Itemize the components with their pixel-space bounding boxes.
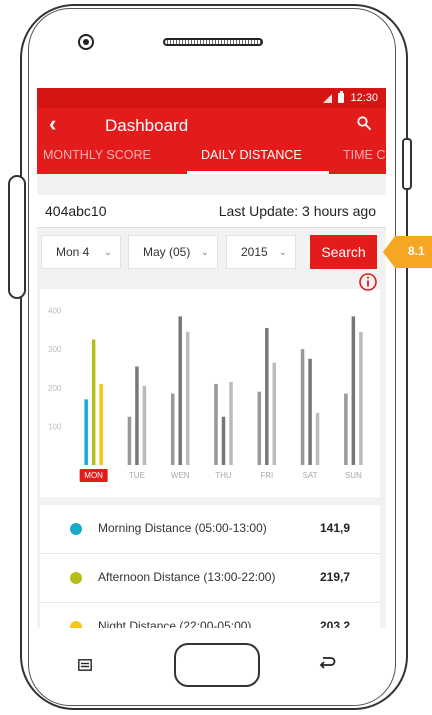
- phone-screen: 12:30 ‹ Dashboard MONTHLY SCORE DAILY DI…: [37, 88, 386, 628]
- bar: [257, 391, 262, 465]
- bar: [214, 383, 218, 465]
- bar: [265, 327, 269, 465]
- afternoon-dot-icon: [70, 572, 82, 584]
- tab-bar: MONTHLY SCORE DAILY DISTANCE TIME C: [37, 142, 386, 174]
- chevron-down-icon: ⌄: [200, 247, 209, 258]
- device-id: 404abc10: [45, 203, 107, 219]
- tab-monthly-score[interactable]: MONTHLY SCORE: [43, 148, 151, 162]
- earpiece-speaker: [163, 38, 263, 46]
- bar: [142, 385, 147, 465]
- active-tab-indicator: [187, 171, 329, 174]
- bar: [229, 382, 233, 465]
- battery-icon: [338, 91, 345, 103]
- x-tick-label: MON: [84, 471, 103, 480]
- y-tick-label: 100: [48, 422, 62, 431]
- daily-distance-chart: 100 200 300 400 MON TUE WEN THU FRI SAT SUN: [48, 307, 363, 482]
- legend-value: 219,7: [319, 570, 350, 584]
- legend-item-morning[interactable]: Morning Distance (05:00-13:00) 141,9: [40, 505, 380, 554]
- search-button[interactable]: Search: [310, 235, 377, 269]
- bar: [127, 416, 132, 465]
- menu-icon[interactable]: [78, 659, 92, 671]
- bar: [300, 349, 305, 465]
- callout-label: 8.1: [408, 244, 425, 258]
- x-tick-label: SAT: [303, 471, 318, 480]
- volume-button: [8, 175, 26, 299]
- legend-label: Night Distance (22:00-05:00): [98, 619, 252, 628]
- morning-dot-icon: [70, 523, 82, 535]
- bar: [359, 331, 363, 465]
- power-button: [402, 138, 412, 190]
- bar: [178, 316, 182, 465]
- x-tick-label: TUE: [129, 471, 145, 480]
- legend-value: 203,2: [319, 619, 350, 628]
- chart-card: 100 200 300 400 MON TUE WEN THU FRI SAT SUN: [40, 289, 380, 497]
- x-tick-label: SUN: [345, 471, 362, 480]
- year-select[interactable]: 2015 ⌄: [226, 235, 296, 269]
- month-select-value: May (05): [143, 245, 191, 259]
- bar: [135, 366, 139, 465]
- bar: [170, 393, 175, 465]
- y-tick-label: 400: [48, 307, 62, 316]
- info-icon[interactable]: [358, 272, 378, 292]
- filter-row: Mon 4 ⌄ May (05) ⌄ 2015 ⌄ Search: [37, 235, 386, 271]
- x-tick-label: WEN: [171, 471, 190, 480]
- bar: [272, 362, 277, 465]
- day-select-value: Mon 4: [56, 245, 90, 259]
- legend-item-night[interactable]: Night Distance (22:00-05:00) 203,2: [40, 603, 380, 628]
- legend-label: Afternoon Distance (13:00-22:00): [98, 570, 276, 584]
- front-camera: [78, 34, 94, 50]
- tab-time[interactable]: TIME C: [343, 148, 385, 162]
- bar: [99, 383, 103, 465]
- status-time: 12:30: [350, 92, 378, 104]
- legend-item-afternoon[interactable]: Afternoon Distance (13:00-22:00) 219,7: [40, 554, 380, 603]
- bar: [91, 339, 96, 465]
- device-info-row: 404abc10 Last Update: 3 hours ago: [37, 195, 386, 228]
- bar: [221, 416, 226, 465]
- legend-value: 141,9: [319, 521, 350, 535]
- app-bar: ‹ Dashboard: [37, 108, 386, 142]
- chevron-down-icon: ⌄: [103, 247, 112, 258]
- y-tick-label: 300: [48, 345, 62, 354]
- bar: [315, 412, 320, 465]
- signal-icon: [323, 93, 333, 103]
- night-dot-icon: [70, 621, 82, 628]
- search-icon[interactable]: [357, 116, 371, 130]
- status-bar: 12:30: [37, 88, 386, 108]
- x-tick-label: THU: [215, 471, 232, 480]
- chevron-down-icon: ⌄: [278, 247, 287, 258]
- back-arrow-icon[interactable]: [318, 655, 336, 671]
- back-button[interactable]: ‹: [49, 113, 56, 135]
- tab-daily-distance[interactable]: DAILY DISTANCE: [201, 148, 302, 162]
- day-select[interactable]: Mon 4 ⌄: [41, 235, 121, 269]
- bar: [84, 399, 88, 465]
- legend-label: Morning Distance (05:00-13:00): [98, 521, 267, 535]
- bar: [185, 331, 190, 465]
- legend-list: Morning Distance (05:00-13:00) 141,9 Aft…: [40, 505, 380, 628]
- page-title: Dashboard: [105, 116, 189, 135]
- y-tick-label: 200: [48, 384, 62, 393]
- last-update: Last Update: 3 hours ago: [218, 203, 376, 219]
- bar: [308, 358, 312, 465]
- bar: [351, 316, 356, 465]
- bar: [344, 393, 348, 465]
- month-select[interactable]: May (05) ⌄: [128, 235, 218, 269]
- year-select-value: 2015: [241, 245, 268, 259]
- x-tick-label: FRI: [260, 471, 273, 480]
- home-button[interactable]: [174, 643, 260, 687]
